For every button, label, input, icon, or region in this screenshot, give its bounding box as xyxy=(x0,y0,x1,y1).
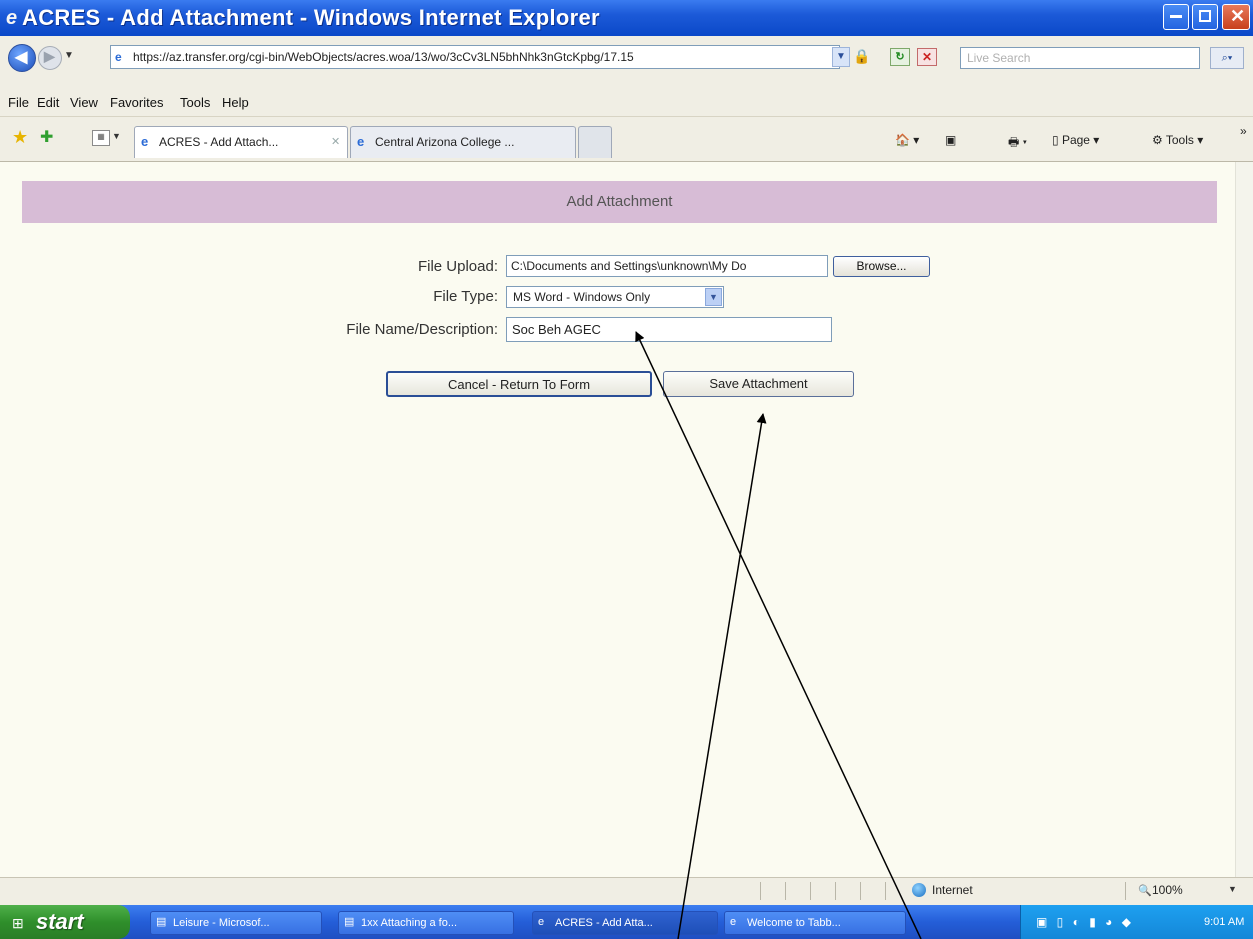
annotation-arrows xyxy=(635,331,922,939)
arrow-to-file-name xyxy=(635,331,922,939)
arrow-to-save-button xyxy=(677,413,767,939)
